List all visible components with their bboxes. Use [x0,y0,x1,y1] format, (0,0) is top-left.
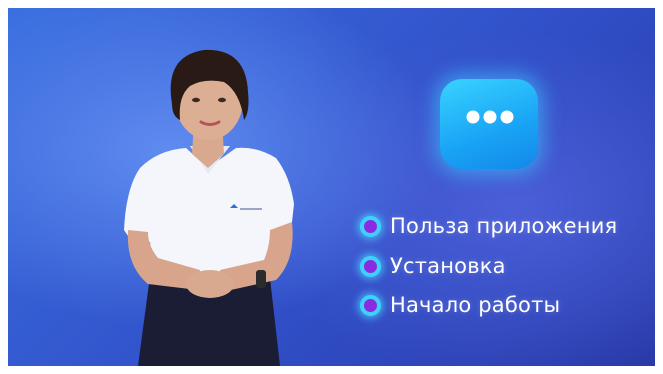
topic-label: Польза приложения [390,214,618,238]
bullet-icon [360,215,381,237]
video-frame: Польза приложения Установка Начало работ… [8,8,655,366]
bullet-icon [360,255,381,277]
topic-label: Начало работы [390,293,561,317]
bullet-icon [360,294,381,316]
topic-label: Установка [390,254,506,278]
chat-bubble-icon [440,79,538,169]
topic-item: Начало работы [360,293,560,317]
topic-item: Польза приложения [360,214,617,238]
topic-item: Установка [360,254,506,278]
